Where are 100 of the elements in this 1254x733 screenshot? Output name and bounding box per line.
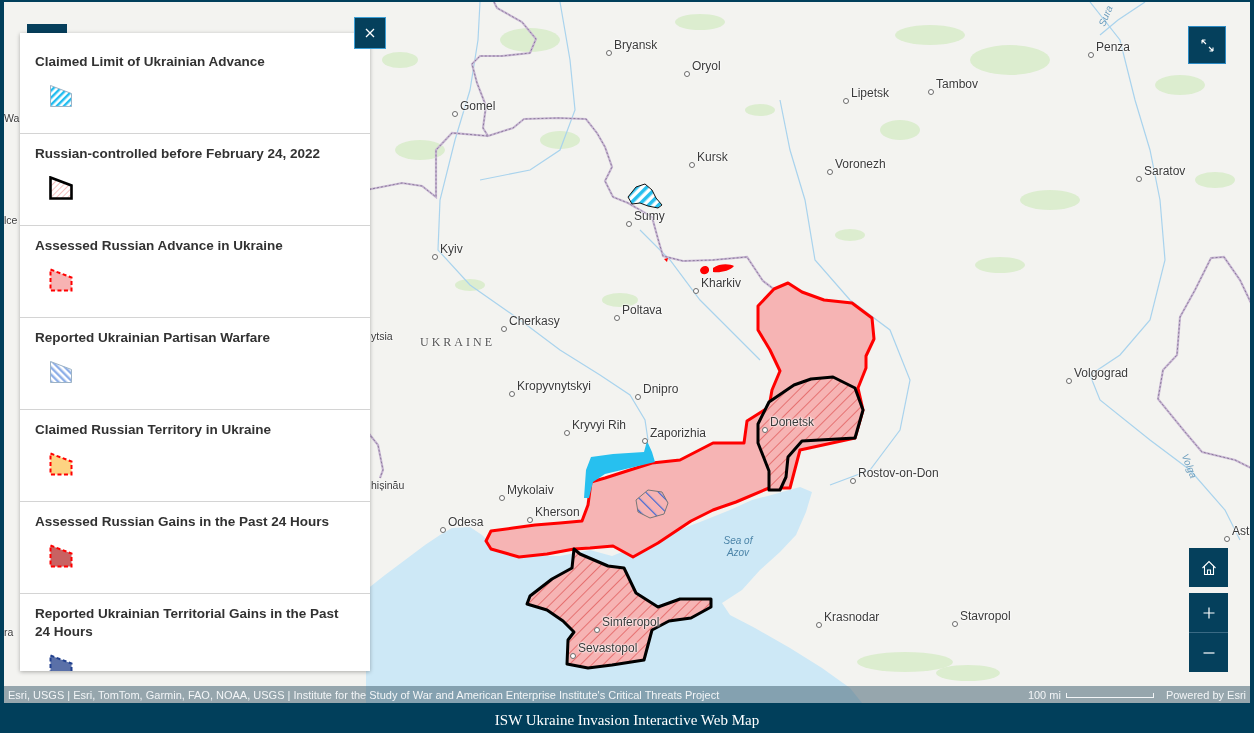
legend-label: Claimed Russian Territory in Ukraine [35,421,273,439]
minus-icon [1202,651,1215,654]
home-icon [1200,559,1217,576]
city-marker-icon [451,110,458,117]
scale-label: 100 mi [1027,688,1061,701]
city-marker-icon [826,168,833,175]
city-label: Zaporizhia [650,426,707,440]
forest-patch [880,120,920,140]
attribution-text: Esri, USGS | Esri, TomTom, Garmin, FAO, NOAA, USGS | Institute for the Study of War and American Enterprise Institute's Critical Threats Project [8,688,720,701]
river-label: Volga [1178,452,1200,480]
city-marker-icon [683,70,690,77]
forest-patch [500,28,560,52]
panel-handle[interactable] [27,24,67,33]
forest-patch [1155,75,1205,95]
zoom-in-button[interactable] [1189,593,1228,633]
city-marker-icon [1223,535,1230,542]
city-label: Volgograd [1074,366,1129,380]
forest-patch [1020,190,1080,210]
city-label: Kherson [535,505,580,519]
city-label: Lipetsk [851,86,890,100]
river-label: Sura [1096,3,1116,29]
fullscreen-button[interactable] [1188,26,1226,64]
city-marker-icon [498,494,505,501]
city-label: Voronezh [835,157,886,171]
city-marker-icon [815,621,822,628]
city-label: Kyiv [440,242,463,256]
forest-patch [1195,172,1235,188]
sea-label: Sea of Azov [722,535,755,559]
city-marker-icon [526,516,533,523]
forest-patch [835,229,865,241]
place-label: hișinău [371,478,405,492]
city-label: Kharkiv [701,276,741,290]
legend-label: Claimed Limit of Ukrainian Advance [35,53,266,71]
place-label: ytsia [371,329,393,343]
city-marker-icon [1135,175,1142,182]
city-marker-icon [613,314,620,321]
city-label: Oryol [692,59,721,73]
forest-patch [602,293,638,307]
city-marker-icon [688,161,695,168]
city-marker-icon [849,477,856,484]
city-label: Simferopol [602,615,660,629]
city-marker-icon [569,652,576,659]
city-label: Kryvyi Rih [572,418,626,432]
city-marker-icon [500,325,507,332]
city-marker-icon [842,97,849,104]
forest-patch [895,25,965,45]
ukrainian-gains-area [584,441,655,498]
city-marker-icon [1065,377,1072,384]
map-area[interactable] [4,2,1250,703]
city-marker-icon [634,393,641,400]
city-marker-icon [439,526,446,533]
expand-icon [1200,38,1214,52]
city-marker-icon [761,426,768,433]
forest-patch [382,52,418,68]
city-label: Stavropol [960,609,1011,623]
city-label: Poltava [622,303,663,317]
city-label: Cherkasy [509,314,560,328]
place-label: lce [4,213,18,227]
city-marker-icon [1087,51,1094,58]
city-marker-icon [951,620,958,627]
city-label: Odesa [448,515,484,529]
legend-label: Russian-controlled before February 24, 2022 [35,145,322,163]
legend-label: Reported Ukrainian Territorial Gains in the Past 24 Hours [35,605,340,641]
country-label: UKRAINE [420,335,495,349]
city-label: Gomel [460,99,496,113]
city-marker-icon [692,287,699,294]
city-marker-icon [563,429,570,436]
city-label: Rostov-on-Don [858,466,939,480]
app-title: ISW Ukraine Invasion Interactive Web Map [494,711,760,729]
city-label: Penza [1096,40,1131,54]
legend-label: Assessed Russian Advance in Ukraine [35,237,284,255]
city-label: Tambov [936,77,979,91]
city-label: Dnipro [643,382,679,396]
city-marker-icon [927,88,934,95]
city-label: Sevastopol [578,641,638,655]
forest-patch [675,14,725,30]
city-label: Mykolaiv [507,483,554,497]
city-marker-icon [605,49,612,56]
russian-advance-area [664,258,734,275]
city-label: Ast [1232,524,1250,538]
home-button[interactable] [1189,548,1228,587]
place-label: ra [4,625,14,639]
city-label: Krasnodar [824,610,880,624]
forest-patch [745,104,775,116]
city-marker-icon [593,626,600,633]
city-label: Donetsk [770,415,815,429]
close-button[interactable] [354,17,386,49]
city-label: Kropyvnytskyi [517,379,592,393]
forest-patch [455,279,485,291]
city-marker-icon [641,437,648,444]
legend-label: Reported Ukrainian Partisan Warfare [35,329,272,347]
forest-patch [540,131,580,149]
city-label: Saratov [1144,164,1186,178]
city-label: Kursk [697,150,728,164]
city-label: Bryansk [614,38,658,52]
place-label: Wa [4,111,20,125]
powered-by-link[interactable]: Powered by Esri [1165,688,1246,701]
legend-label: Assessed Russian Gains in the Past 24 Hours [35,513,331,531]
claimed-advance-area [627,183,663,209]
city-marker-icon [508,390,515,397]
